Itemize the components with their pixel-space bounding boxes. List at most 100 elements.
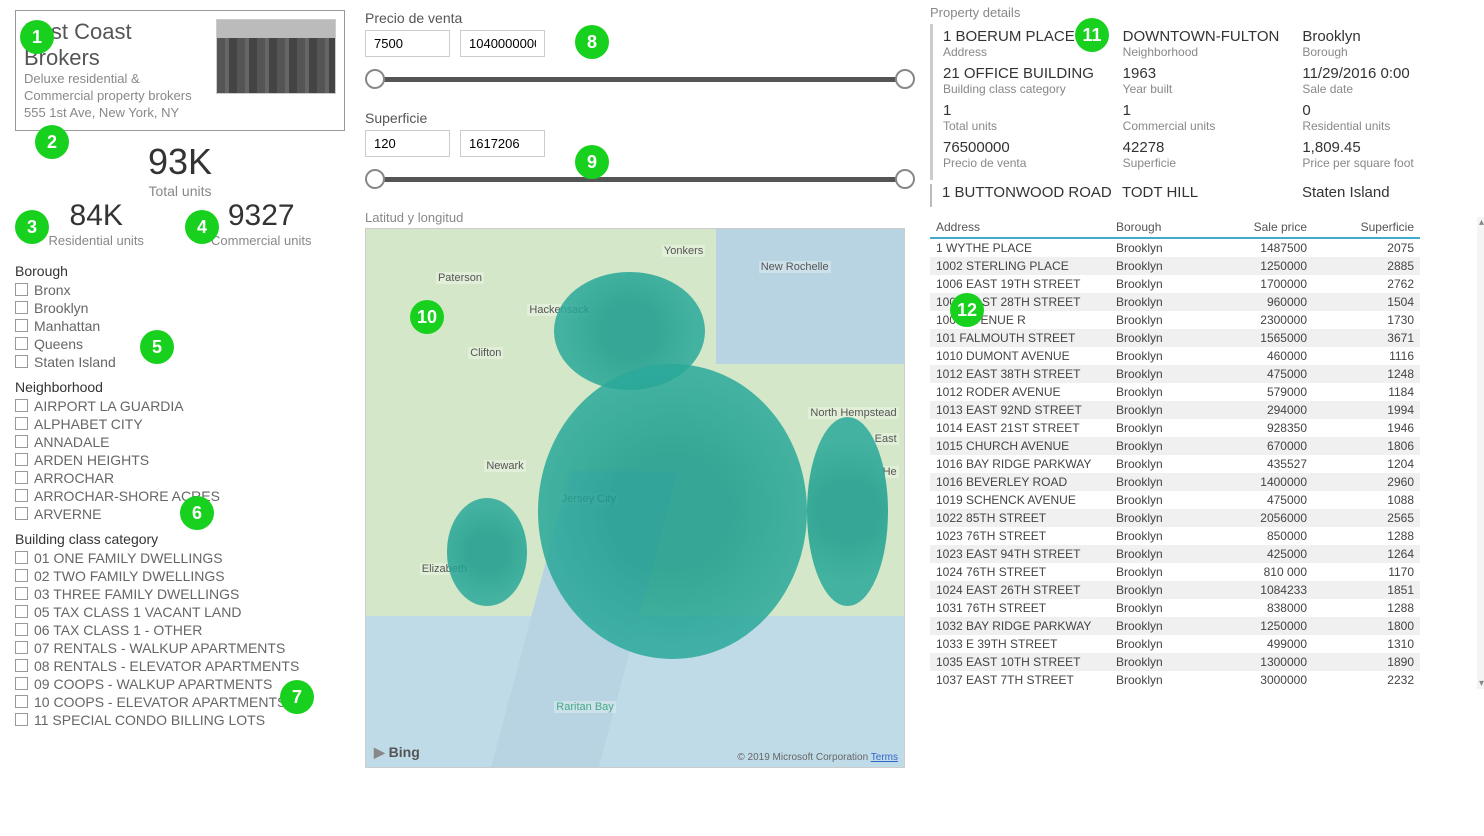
checkbox-icon[interactable]	[15, 713, 28, 726]
slicer-item-label: Queens	[34, 336, 83, 352]
price-min-input[interactable]	[365, 30, 450, 57]
map-data-cluster[interactable]	[538, 364, 807, 660]
table-row[interactable]: 1019 SCHENCK AVENUEBrooklyn4750001088	[930, 491, 1420, 509]
table-row[interactable]: 1015 CHURCH AVENUEBrooklyn6700001806	[930, 437, 1420, 455]
slicer-item[interactable]: 02 TWO FAMILY DWELLINGS	[15, 567, 345, 585]
table-row[interactable]: 1006 EAST 19TH STREETBrooklyn17000002762	[930, 275, 1420, 293]
checkbox-icon[interactable]	[15, 337, 28, 350]
area-slider-thumb-max[interactable]	[895, 169, 915, 189]
map-terms-link[interactable]: Terms	[871, 752, 898, 763]
checkbox-icon[interactable]	[15, 453, 28, 466]
checkbox-icon[interactable]	[15, 399, 28, 412]
table-header-area[interactable]: Superficie	[1313, 217, 1420, 238]
checkbox-icon[interactable]	[15, 551, 28, 564]
slicer-item[interactable]: ARROCHAR	[15, 469, 345, 487]
slicer-item[interactable]: 05 TAX CLASS 1 VACANT LAND	[15, 603, 345, 621]
table-row[interactable]: 1014 EAST 21ST STREETBrooklyn9283501946	[930, 419, 1420, 437]
slicer-item[interactable]: ARDEN HEIGHTS	[15, 451, 345, 469]
table-header-price[interactable]: Sale price	[1206, 217, 1313, 238]
table-row[interactable]: 1031 76TH STREETBrooklyn8380001288	[930, 599, 1420, 617]
map-data-cluster[interactable]	[447, 498, 528, 606]
price-max-input[interactable]	[460, 30, 545, 57]
slicer-item-label: Manhattan	[34, 318, 100, 334]
area-min-input[interactable]	[365, 130, 450, 157]
slicer-item[interactable]: 08 RENTALS - ELEVATOR APARTMENTS	[15, 657, 345, 675]
slicer-item[interactable]: AIRPORT LA GUARDIA	[15, 397, 345, 415]
checkbox-icon[interactable]	[15, 435, 28, 448]
price-slider-track[interactable]	[365, 65, 915, 95]
table-cell: 2565	[1313, 509, 1420, 527]
slicer-item[interactable]: 03 THREE FAMILY DWELLINGS	[15, 585, 345, 603]
checkbox-icon[interactable]	[15, 507, 28, 520]
checkbox-icon[interactable]	[15, 301, 28, 314]
map-city-paterson: Paterson	[436, 272, 484, 284]
borough-slicer[interactable]: BronxBrooklynManhattan QueensStaten Islan…	[15, 281, 345, 371]
checkbox-icon[interactable]	[15, 569, 28, 582]
slicer-item[interactable]: 06 TAX CLASS 1 - OTHER	[15, 621, 345, 639]
table-row[interactable]: 1009 AVENUE RBrooklyn23000001730	[930, 311, 1420, 329]
table-row[interactable]: 1016 BEVERLEY ROADBrooklyn14000002960	[930, 473, 1420, 491]
slicer-item[interactable]: 01 ONE FAMILY DWELLINGS	[15, 549, 345, 567]
table-row[interactable]: 1006 EAST 28TH STREETBrooklyn9600001504	[930, 293, 1420, 311]
area-slider-track[interactable]	[365, 165, 915, 195]
property-details-card-2[interactable]: 1 BUTTONWOOD ROADTODT HILLStaten Island	[930, 184, 1474, 207]
slicer-item[interactable]: Manhattan	[15, 317, 345, 335]
table-row[interactable]: 1024 76TH STREETBrooklyn810 0001170	[930, 563, 1420, 581]
checkbox-icon[interactable]	[15, 677, 28, 690]
slicer-item[interactable]: ALPHABET CITY	[15, 415, 345, 433]
table-row[interactable]: 1024 EAST 26TH STREETBrooklyn10842331851	[930, 581, 1420, 599]
area-slider-thumb-min[interactable]	[365, 169, 385, 189]
checkbox-icon[interactable]	[15, 471, 28, 484]
detail-value: 1 BUTTONWOOD ROAD	[942, 184, 1114, 201]
table-row[interactable]: 1016 BAY RIDGE PARKWAYBrooklyn4355271204	[930, 455, 1420, 473]
checkbox-icon[interactable]	[15, 623, 28, 636]
table-row[interactable]: 1023 76TH STREETBrooklyn8500001288	[930, 527, 1420, 545]
checkbox-icon[interactable]	[15, 417, 28, 430]
table-row[interactable]: 1037 EAST 7TH STREETBrooklyn30000002232	[930, 671, 1420, 689]
checkbox-icon[interactable]	[15, 319, 28, 332]
property-details-card-1[interactable]: 1 BOERUM PLACEAddressDOWNTOWN-FULTONNeig…	[930, 24, 1474, 180]
table-row[interactable]: 1010 DUMONT AVENUEBrooklyn4600001116	[930, 347, 1420, 365]
bing-logo: Bing	[374, 744, 420, 761]
checkbox-icon[interactable]	[15, 659, 28, 672]
table-header-address[interactable]: Address	[930, 217, 1110, 238]
checkbox-icon[interactable]	[15, 695, 28, 708]
table-row[interactable]: 1012 RODER AVENUEBrooklyn5790001184	[930, 383, 1420, 401]
table-row[interactable]: 1002 STERLING PLACEBrooklyn12500002885	[930, 257, 1420, 275]
table-row[interactable]: 1012 EAST 38TH STREETBrooklyn4750001248	[930, 365, 1420, 383]
slicer-item[interactable]: ANNADALE	[15, 433, 345, 451]
table-header-borough[interactable]: Borough	[1110, 217, 1206, 238]
slicer-item[interactable]: Queens	[15, 335, 345, 353]
checkbox-icon[interactable]	[15, 355, 28, 368]
area-max-input[interactable]	[460, 130, 545, 157]
checkbox-icon[interactable]	[15, 587, 28, 600]
table-cell: Brooklyn	[1110, 383, 1206, 401]
property-table[interactable]: Address Borough Sale price Superficie 1 …	[930, 217, 1474, 689]
table-row[interactable]: 1023 EAST 94TH STREETBrooklyn4250001264	[930, 545, 1420, 563]
price-slider-thumb-max[interactable]	[895, 69, 915, 89]
map-data-cluster[interactable]	[807, 417, 888, 605]
slicer-item[interactable]: ARROCHAR-SHORE ACRES	[15, 487, 345, 505]
map-visual[interactable]: Yonkers New Rochelle Paterson Hackensack…	[365, 228, 905, 768]
table-row[interactable]: 1033 E 39TH STREETBrooklyn4990001310	[930, 635, 1420, 653]
checkbox-icon[interactable]	[15, 489, 28, 502]
slicer-item[interactable]: Staten Island	[15, 353, 345, 371]
slicer-item[interactable]: 07 RENTALS - WALKUP APARTMENTS	[15, 639, 345, 657]
checkbox-icon[interactable]	[15, 641, 28, 654]
scroll-up-icon[interactable]: ▴	[1479, 217, 1484, 228]
table-row[interactable]: 1013 EAST 92ND STREETBrooklyn2940001994	[930, 401, 1420, 419]
price-slider-thumb-min[interactable]	[365, 69, 385, 89]
table-scrollbar[interactable]: ▴ ▾	[1477, 217, 1484, 689]
slicer-item[interactable]: Brooklyn	[15, 299, 345, 317]
checkbox-icon[interactable]	[15, 605, 28, 618]
checkbox-icon[interactable]	[15, 283, 28, 296]
table-row[interactable]: 1022 85TH STREETBrooklyn20560002565	[930, 509, 1420, 527]
slicer-item[interactable]: Bronx	[15, 281, 345, 299]
table-row[interactable]: 1 WYTHE PLACEBrooklyn14875002075	[930, 238, 1420, 257]
table-row[interactable]: 1035 EAST 10TH STREETBrooklyn13000001890	[930, 653, 1420, 671]
neighborhood-slicer[interactable]: AIRPORT LA GUARDIAALPHABET CITYANNADALEA…	[15, 397, 345, 523]
table-row[interactable]: 101 FALMOUTH STREETBrooklyn15650003671	[930, 329, 1420, 347]
scroll-down-icon[interactable]: ▾	[1479, 678, 1484, 689]
table-row[interactable]: 1032 BAY RIDGE PARKWAYBrooklyn1250000180…	[930, 617, 1420, 635]
table-cell: 435527	[1206, 455, 1313, 473]
